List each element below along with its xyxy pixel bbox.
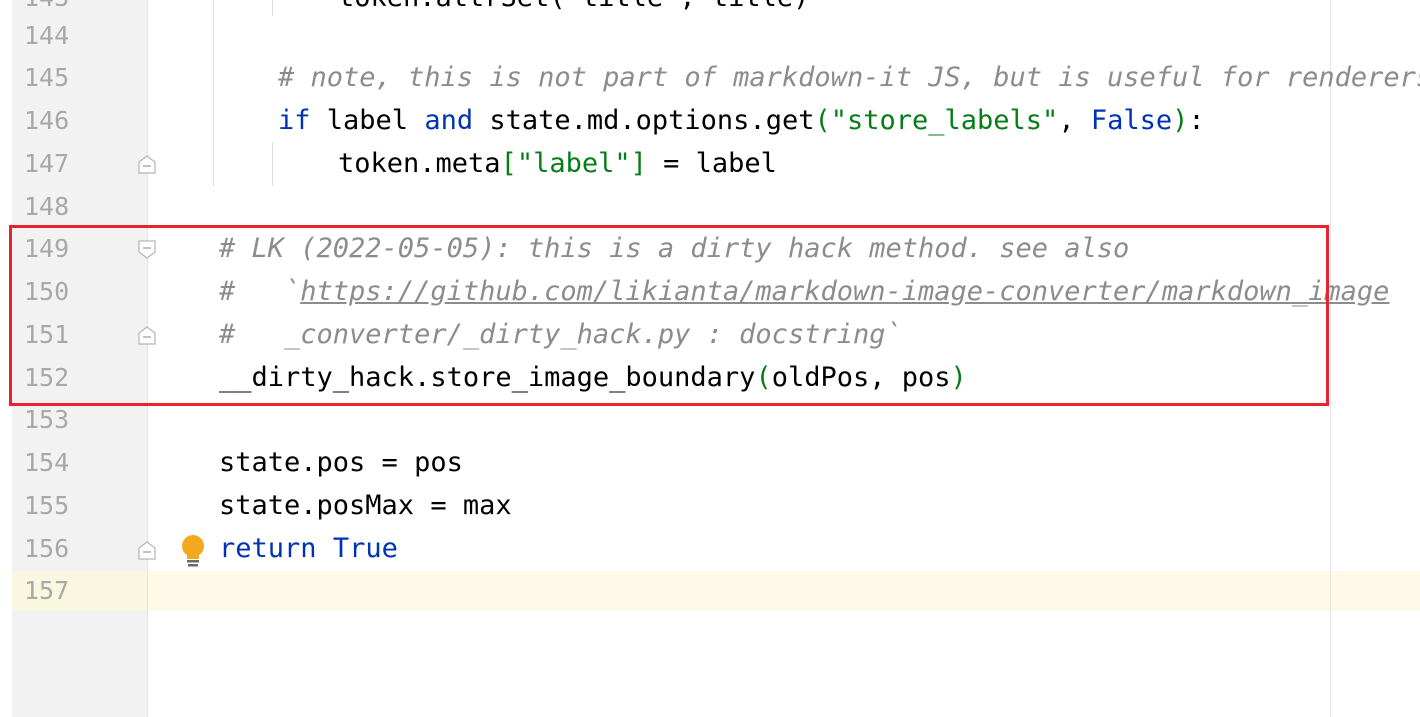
- line-number: 157: [24, 576, 70, 605]
- current-line-highlight: [148, 571, 1420, 611]
- indent-guide: [272, 0, 273, 16]
- intention-bulb-icon[interactable]: [178, 533, 208, 569]
- bracket-token: ]: [630, 148, 647, 179]
- bracket-token: [: [500, 148, 517, 179]
- line-number: 155: [24, 491, 70, 520]
- line-number: 145: [24, 63, 70, 92]
- paren-token: (: [814, 105, 831, 136]
- string-token: "label": [516, 148, 631, 179]
- keyword-token: if: [278, 105, 311, 136]
- line-number: 148: [24, 192, 70, 221]
- highlight-annotation-box: [9, 225, 1329, 406]
- keyword-token: return: [219, 533, 317, 564]
- code-line-comment[interactable]: # note, this is not part of markdown-it …: [278, 58, 1420, 98]
- line-number: 146: [24, 106, 70, 135]
- code-token: ,: [1058, 105, 1091, 136]
- indent-guide: [213, 0, 214, 186]
- code-token: label: [310, 105, 425, 136]
- keyword-token: and: [424, 105, 474, 136]
- code-line[interactable]: if label and state.md.options.get("store…: [278, 101, 1205, 141]
- line-number: 147: [24, 149, 70, 178]
- string-token: "store_labels": [830, 105, 1059, 136]
- code-line[interactable]: state.posMax = max: [219, 486, 512, 526]
- indent-guide: [272, 142, 273, 186]
- line-number: 154: [24, 448, 70, 477]
- code-line[interactable]: token.meta["label"] = label: [338, 144, 777, 184]
- right-margin-guide: [1330, 0, 1331, 717]
- code-token: = label: [646, 148, 777, 179]
- keyword-token: False: [1090, 105, 1173, 136]
- line-number: 156: [24, 534, 70, 563]
- code-token: state.md.options.get: [473, 105, 815, 136]
- paren-token: ): [1172, 105, 1189, 136]
- line-number: 144: [24, 21, 70, 50]
- fold-marker-icon[interactable]: [138, 540, 156, 560]
- keyword-token: True: [332, 533, 398, 564]
- fold-marker-icon[interactable]: [138, 154, 156, 174]
- code-line[interactable]: state.pos = pos: [219, 443, 463, 483]
- line-number: 153: [24, 405, 70, 434]
- code-token: token.meta: [338, 148, 501, 179]
- code-token: :: [1188, 105, 1205, 136]
- code-line[interactable]: token.attrSet("title", title): [338, 0, 809, 18]
- code-line[interactable]: return True: [219, 529, 398, 569]
